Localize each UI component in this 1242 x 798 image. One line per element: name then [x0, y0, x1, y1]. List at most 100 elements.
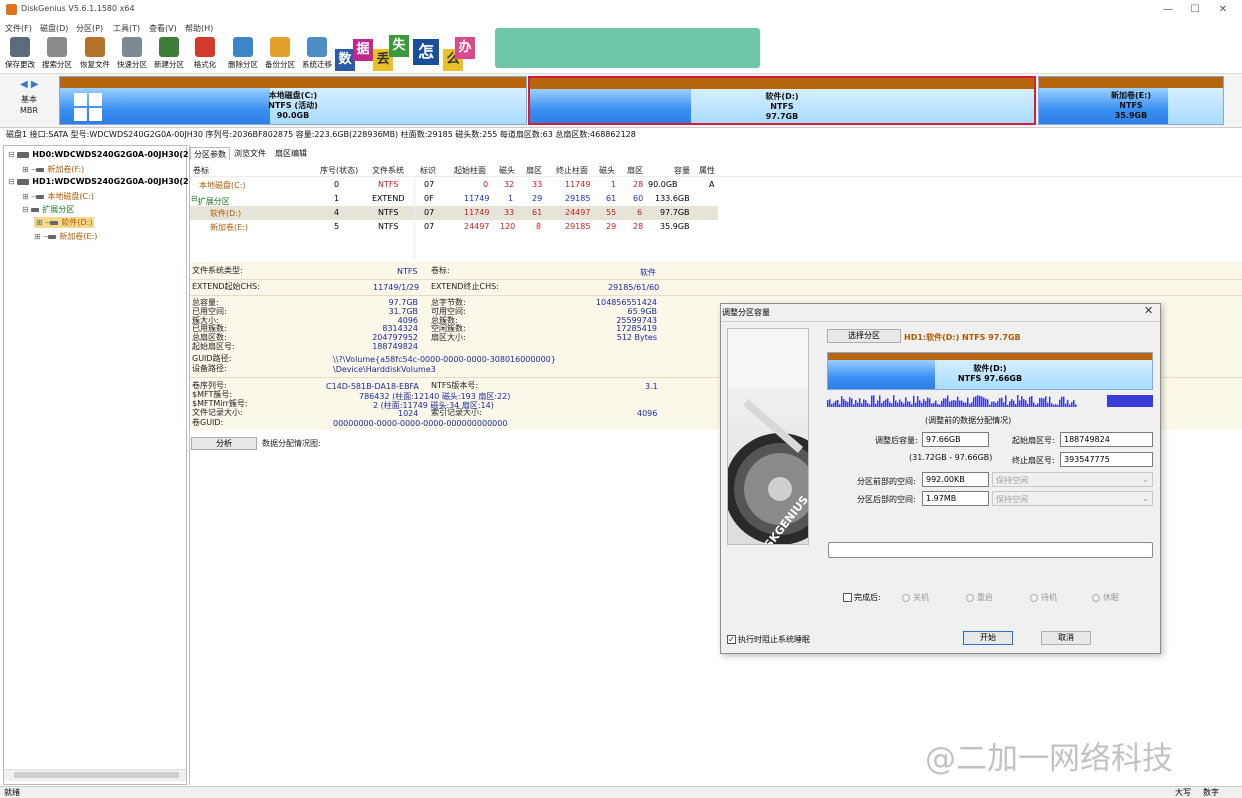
menu-view[interactable]: 查看(V) — [149, 23, 177, 34]
cell: 61 — [532, 208, 543, 217]
col-header[interactable]: 容量 — [674, 165, 690, 176]
col-header[interactable]: 磁头 — [499, 165, 515, 176]
table-row[interactable]: ⊟ 扩展分区 1 EXTEND 0F 11749 1 29 29185 61 6… — [190, 192, 718, 206]
start-button[interactable]: 开始 — [963, 631, 1013, 645]
start-sector-input[interactable]: 188749824 — [1060, 432, 1153, 447]
allocation-bar — [1041, 398, 1043, 407]
toolbar-button-magnifier[interactable]: 搜索分区 — [38, 36, 76, 72]
partition-size-bar: 软件(D:) NTFS 97.66GB — [827, 352, 1153, 390]
allocation-bar — [903, 403, 905, 407]
space-before-input[interactable]: 992.00KB — [922, 472, 989, 487]
allocation-bar — [863, 399, 865, 407]
analyze-button[interactable]: 分析 — [191, 437, 257, 450]
table-row-selected[interactable]: 软件(D:) 4 NTFS 07 11749 33 61 24497 55 6 … — [190, 206, 718, 220]
end-sector-input[interactable]: 393547775 — [1060, 452, 1153, 467]
tree-disk-hd1[interactable]: ⊟ HD1:WDCWDS240G2G0A-00JH30(22 — [8, 177, 194, 186]
toolbar-button-restore-box[interactable]: 恢复文件 — [76, 36, 114, 72]
dialog-close-button[interactable]: ✕ — [1144, 304, 1153, 317]
col-header[interactable]: 起始柱面 — [454, 165, 486, 176]
close-button[interactable]: ✕ — [1210, 1, 1236, 18]
on-complete-checkbox[interactable]: 完成后: — [843, 592, 881, 603]
dialog-title: 调整分区容量 — [722, 308, 770, 317]
allocation-bar — [1047, 402, 1049, 407]
space-after-input[interactable]: 1.97MB — [922, 491, 989, 506]
row-label: 软件(D:) — [210, 209, 242, 218]
radio-standby[interactable]: 待机 — [1030, 592, 1057, 603]
cell: EXTEND — [372, 194, 405, 203]
col-header[interactable]: 文件系统 — [372, 165, 404, 176]
allocation-bar — [945, 398, 947, 407]
partition-block-c[interactable]: 本地磁盘(C:) NTFS (活动) 90.0GB — [59, 76, 527, 125]
allocation-bar — [977, 395, 979, 407]
tree-extended[interactable]: ⊟ 扩展分区 — [22, 204, 74, 215]
partition-block-d[interactable]: 软件(D:) NTFS 97.7GB — [528, 76, 1036, 125]
select-partition-button[interactable]: 选择分区 — [827, 329, 901, 343]
allocation-bar — [895, 400, 897, 407]
tab-sector-editor[interactable]: 扇区编辑 — [272, 147, 310, 160]
menu-tools[interactable]: 工具(T) — [113, 23, 140, 34]
col-header[interactable]: 序号(状态) — [320, 165, 358, 176]
table-row[interactable]: 新加卷(E:) 5 NTFS 07 24497 120 8 29185 29 2… — [190, 220, 718, 234]
tree-partition-e[interactable]: ⊞ ‒ 新加卷(E:) — [34, 231, 97, 242]
menu-partition[interactable]: 分区(P) — [76, 23, 103, 34]
device-path-value: \Device\HarddiskVolume3 — [333, 365, 436, 374]
col-header[interactable]: 磁头 — [599, 165, 615, 176]
radio-shutdown[interactable]: 关机 — [902, 592, 929, 603]
toolbar-button-pie[interactable]: 备份分区 — [261, 36, 299, 72]
allocation-bar — [987, 399, 989, 407]
tree-partition-c[interactable]: ⊞ ‒ 本地磁盘(C:) — [22, 191, 94, 202]
partition-block-e[interactable]: 新加卷(E:) NTFS 35.9GB — [1038, 76, 1224, 125]
disk-nav-arrows[interactable]: ◀ ▶ — [20, 79, 39, 90]
volume-guid-label: 卷GUID: — [192, 418, 224, 427]
tree-partition-d[interactable]: ⊞ ‒ 软件(D:) — [34, 217, 95, 228]
block-sleep-checkbox[interactable]: ✓ 执行时阻止系统睡眠 — [727, 634, 810, 645]
allocation-bar — [897, 402, 899, 407]
menu-file[interactable]: 文件(F) — [5, 23, 32, 34]
cell: 33 — [532, 180, 543, 189]
col-header[interactable]: 终止柱面 — [556, 165, 588, 176]
allocation-bar — [939, 404, 941, 407]
toolbar-button-save[interactable]: 保存更改 — [1, 36, 39, 72]
cell: 1 — [508, 194, 514, 203]
col-header[interactable]: 卷标 — [193, 165, 209, 176]
toolbar-button-layers[interactable]: 新建分区 — [150, 36, 188, 72]
menu-help[interactable]: 帮助(H) — [185, 23, 213, 34]
bar-partition-fs-size: NTFS 97.66GB — [957, 374, 1023, 383]
radio-restart[interactable]: 重启 — [966, 592, 993, 603]
cell: 35.9GB — [660, 222, 690, 231]
toolbar-button-lifebuoy[interactable]: 格式化 — [186, 36, 224, 72]
ad-banner[interactable]: 数 据 丢 失 怎 么 办 — [335, 35, 495, 73]
new-size-label: 调整后容量: — [875, 436, 918, 445]
space-before-select[interactable]: 保持空闲 ⌄ — [992, 472, 1153, 487]
index-record-size-value: 4096 — [637, 409, 658, 418]
tree-disk-hd0[interactable]: ⊟ HD0:WDCWDS240G2G0A-00JH30(22 — [8, 150, 194, 159]
allocation-bar — [857, 402, 859, 407]
allocation-bar — [1045, 396, 1047, 407]
col-header[interactable]: 标识 — [420, 165, 436, 176]
new-size-input[interactable]: 97.66GB — [922, 432, 989, 447]
toolbar-button-trash[interactable]: 删除分区 — [224, 36, 262, 72]
cell: 90.0GB — [648, 180, 678, 189]
tab-partition-params[interactable]: 分区参数 — [190, 147, 230, 160]
maximize-button[interactable]: ☐ — [1182, 1, 1208, 18]
toolbar-button-monitor[interactable]: 系统迁移 — [298, 36, 336, 72]
table-row[interactable]: 本地磁盘(C:) 0 NTFS 07 0 32 33 11749 1 28 90… — [190, 178, 718, 192]
col-header[interactable]: 扇区 — [627, 165, 643, 176]
device-path-label: 设备路径: — [192, 364, 227, 373]
tab-browse-files[interactable]: 浏览文件 — [231, 147, 269, 160]
toolbar-button-disk[interactable]: 快速分区 — [113, 36, 151, 72]
space-after-select[interactable]: 保持空闲 ⌄ — [992, 491, 1153, 506]
tree-partition-f[interactable]: ⊞ ‒ 新加卷(F:) — [22, 164, 84, 175]
tree-scroll-thumb[interactable] — [14, 772, 179, 778]
col-header[interactable]: 属性 — [699, 165, 715, 176]
col-header[interactable]: 扇区 — [526, 165, 542, 176]
radio-hibernate[interactable]: 休眠 — [1092, 592, 1119, 603]
allocation-bar — [963, 402, 965, 407]
allocation-bar — [849, 397, 851, 407]
guid-path-label: GUID路径: — [192, 354, 232, 363]
menu-disk[interactable]: 磁盘(D) — [40, 23, 68, 34]
allocation-bar — [969, 403, 971, 407]
cancel-button[interactable]: 取消 — [1041, 631, 1091, 645]
minimize-button[interactable]: — — [1155, 1, 1181, 18]
space-before-label: 分区前部的空间: — [857, 477, 916, 486]
